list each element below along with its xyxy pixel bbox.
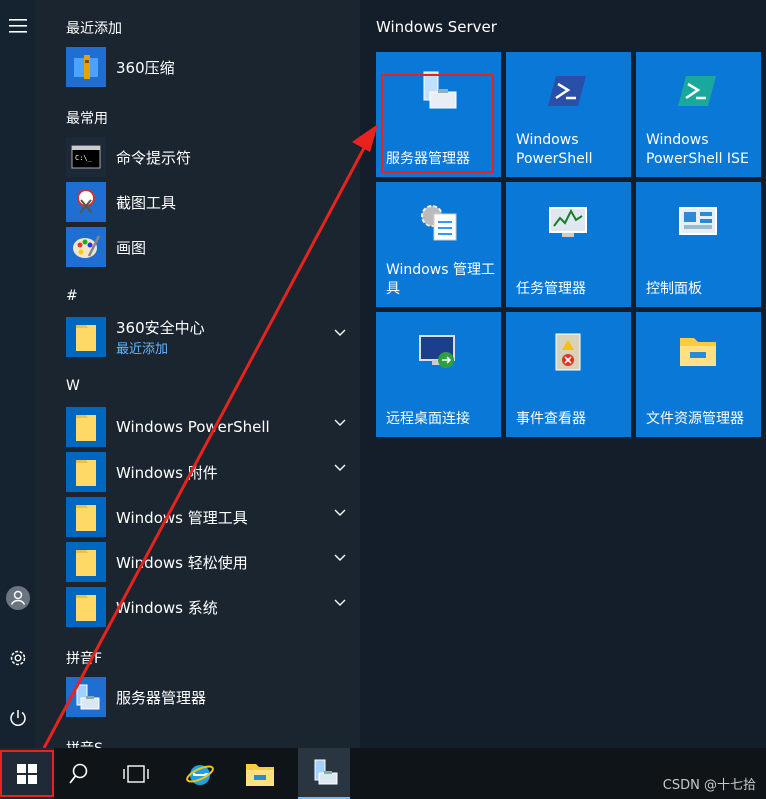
start-highlight-box xyxy=(0,750,54,797)
file-explorer-icon xyxy=(246,763,274,786)
file-explorer-button[interactable] xyxy=(232,748,288,799)
search-button[interactable] xyxy=(50,748,106,799)
ie-icon xyxy=(186,764,214,785)
internet-explorer-button[interactable] xyxy=(172,748,228,799)
server-manager-icon xyxy=(314,759,338,784)
annotation-arrow xyxy=(42,124,378,749)
taskbar xyxy=(0,748,766,799)
server-manager-taskbar-button[interactable] xyxy=(298,748,350,799)
task-view-icon xyxy=(123,764,149,783)
task-view-button[interactable] xyxy=(108,748,164,799)
search-icon xyxy=(69,763,88,784)
watermark: CSDN @十七拾 xyxy=(662,778,756,793)
